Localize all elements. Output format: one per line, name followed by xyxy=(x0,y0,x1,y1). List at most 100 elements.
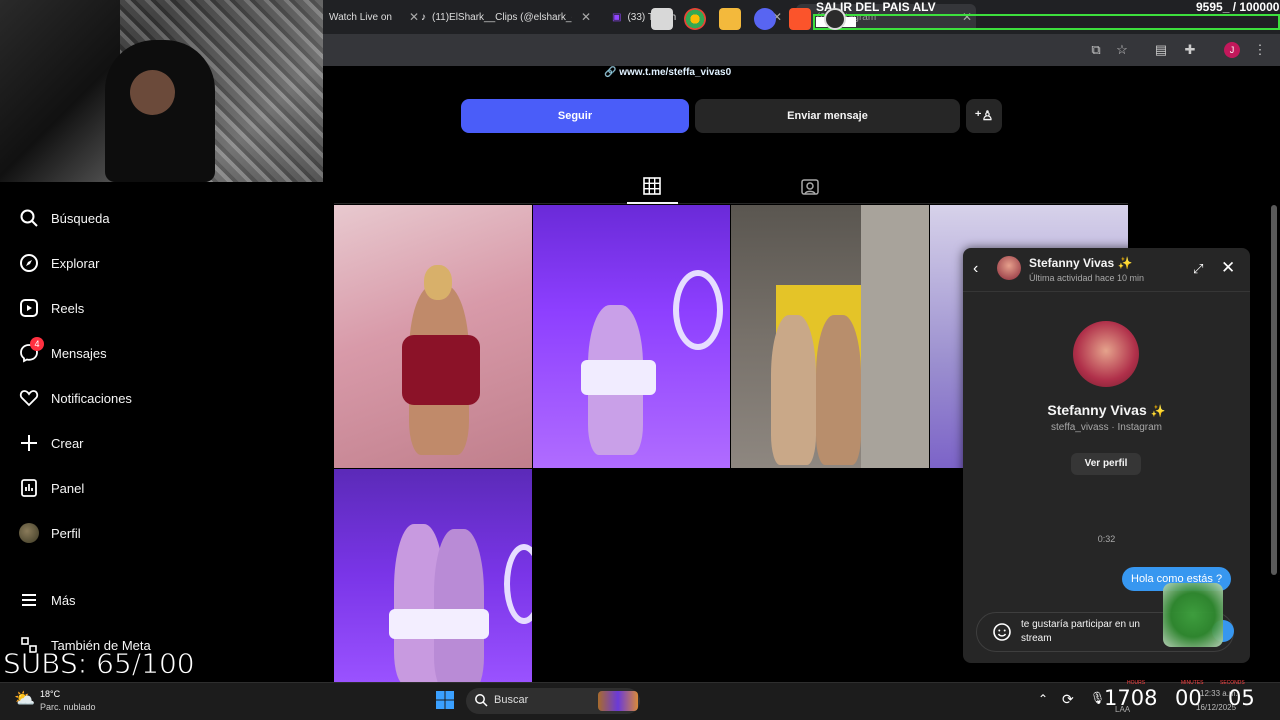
page-scrollbar[interactable] xyxy=(1271,205,1277,575)
sidebar-item-messages[interactable]: 4 Mensajes xyxy=(18,337,107,364)
sidebar-item-label: Búsqueda xyxy=(51,210,110,226)
post-thumbnail[interactable] xyxy=(334,469,532,682)
search-icon xyxy=(474,693,488,707)
chat-status: Última actividad hace 10 min xyxy=(1029,273,1145,283)
discord-icon[interactable] xyxy=(754,8,776,30)
windows-start-icon[interactable] xyxy=(435,690,455,710)
sidebar-item-notifications[interactable]: Notificaciones xyxy=(18,387,132,409)
tab-label: (11)ElShark__Clips (@elshark_cl xyxy=(432,11,572,23)
close-icon[interactable]: ✕ xyxy=(581,10,591,24)
profile-avatar[interactable]: J xyxy=(1224,42,1240,58)
taskbar-search-text: Buscar xyxy=(494,694,529,706)
goal-progress-bar xyxy=(813,14,1280,30)
weather-desc: Parc. nublado xyxy=(40,702,96,712)
sidebar-item-label: Más xyxy=(51,592,76,608)
obs-icon[interactable] xyxy=(824,8,846,30)
browser-tab[interactable]: Watch Live on ✕ xyxy=(323,4,419,30)
tiktok-icon: ♪ xyxy=(421,11,426,23)
chrome-icon[interactable] xyxy=(684,8,706,30)
profile-link-text: www.t.me/steffa_vivas0 xyxy=(619,67,732,78)
notification-badge: 4 xyxy=(30,337,44,351)
task-view-icon[interactable] xyxy=(651,8,673,30)
webcam-face xyxy=(130,70,175,115)
sidebar-item-profile[interactable]: Perfil xyxy=(18,522,81,544)
cast-icon[interactable]: ⧉ xyxy=(1087,41,1105,59)
reader-icon[interactable]: ▤ xyxy=(1152,41,1170,59)
add-user-button[interactable]: ⁺♙ xyxy=(966,99,1002,133)
windows-taskbar xyxy=(0,682,1280,720)
weather-temp[interactable]: 18°C xyxy=(40,689,60,699)
chat-avatar[interactable] xyxy=(997,256,1021,280)
webcam-overlay xyxy=(0,0,323,182)
messenger-icon: 4 xyxy=(18,337,44,364)
reels-icon xyxy=(18,297,40,319)
sidebar-item-search[interactable]: Búsqueda xyxy=(18,207,110,229)
view-profile-button[interactable]: Ver perfil xyxy=(1071,453,1141,475)
sidebar-item-more[interactable]: Más xyxy=(18,589,76,611)
cannabis-jar-sticker xyxy=(1163,583,1223,647)
twitch-icon: ▣ xyxy=(612,11,622,23)
search-icon xyxy=(18,207,40,229)
post-thumbnail[interactable] xyxy=(731,205,929,468)
link-icon: 🔗 xyxy=(604,67,617,78)
timer-hours: 1708 xyxy=(1104,686,1158,710)
tab-active-indicator xyxy=(627,202,678,204)
star-icon[interactable]: ☆ xyxy=(1113,41,1131,59)
profile-link[interactable]: 🔗 www.t.me/steffa_vivas0 xyxy=(604,67,731,78)
back-icon[interactable]: ‹ xyxy=(973,260,978,278)
grid-icon xyxy=(643,177,661,199)
sidebar-item-label: Crear xyxy=(51,435,84,451)
compass-icon xyxy=(18,252,40,274)
add-user-icon: ⁺♙ xyxy=(974,108,994,123)
sidebar-item-label: Mensajes xyxy=(51,345,107,361)
tab-label: Watch Live on xyxy=(329,11,392,23)
dashboard-icon xyxy=(18,477,40,499)
follow-button[interactable]: Seguir xyxy=(461,99,689,133)
chat-profile-name-text: Stefanny Vivas xyxy=(1047,402,1147,418)
sync-icon[interactable]: ⟳ xyxy=(1062,691,1074,708)
chat-contact-name[interactable]: Stefanny Vivas ✨ xyxy=(1029,256,1132,270)
tab-posts[interactable] xyxy=(643,177,661,200)
timer-seconds: 05 xyxy=(1228,686,1255,710)
search-highlight-image xyxy=(598,691,638,711)
tabs-divider xyxy=(334,203,1128,204)
subs-counter: SUBS: 65/100 xyxy=(3,647,196,681)
sidebar-item-explore[interactable]: Explorar xyxy=(18,252,99,274)
chat-profile-avatar[interactable] xyxy=(1073,321,1139,387)
menu-icon xyxy=(18,589,40,611)
extensions-icon[interactable]: ✚ xyxy=(1181,41,1199,59)
sidebar-item-create[interactable]: Crear xyxy=(18,432,84,454)
sidebar-item-label: Perfil xyxy=(51,525,81,541)
chevron-up-icon[interactable]: ⌃ xyxy=(1038,692,1048,706)
browser-toolbar: ⧉ ☆ ▤ ✚ J ⋮ xyxy=(323,34,1280,66)
weather-icon: ⛅ xyxy=(14,689,36,708)
message-draft[interactable]: te gustaría participar en un stream xyxy=(1021,618,1161,646)
emoji-icon[interactable] xyxy=(992,622,1012,642)
goal-count: 9595_ / 100000 xyxy=(1196,0,1280,14)
sidebar-item-label: Reels xyxy=(51,300,85,316)
sparkle-icon: ✨ xyxy=(1150,404,1166,418)
sidebar-item-label: Notificaciones xyxy=(51,390,132,406)
sidebar-item-label: Explorar xyxy=(51,255,100,271)
sidebar-item-reels[interactable]: Reels xyxy=(18,297,84,319)
plus-icon xyxy=(18,432,40,454)
chat-profile-name: Stefanny Vivas ✨ xyxy=(963,402,1250,418)
chat-profile-username: steffa_vivass · Instagram xyxy=(1051,422,1162,433)
heart-icon xyxy=(18,387,40,409)
timer-minutes: 00 xyxy=(1175,686,1202,710)
brave-icon[interactable] xyxy=(789,8,811,30)
sidebar-item-dashboard[interactable]: Panel xyxy=(18,477,84,499)
post-thumbnail[interactable] xyxy=(533,205,730,468)
more-icon[interactable]: ⋮ xyxy=(1251,41,1269,59)
microphone-icon[interactable]: 🎙 xyxy=(1090,691,1105,705)
avatar-icon xyxy=(18,522,40,544)
chat-timestamp: 0:32 xyxy=(1097,534,1116,544)
file-explorer-icon[interactable] xyxy=(719,8,741,30)
tagged-icon xyxy=(801,179,819,200)
browser-tab[interactable]: ♪ (11)ElShark__Clips (@elshark_cl ✕ xyxy=(415,4,595,30)
post-thumbnail[interactable] xyxy=(334,205,532,468)
expand-icon[interactable]: ⤢ xyxy=(1193,261,1203,277)
close-icon[interactable]: ✕ xyxy=(1221,258,1235,278)
send-message-button[interactable]: Enviar mensaje xyxy=(695,99,960,133)
tab-tagged[interactable] xyxy=(801,178,819,201)
